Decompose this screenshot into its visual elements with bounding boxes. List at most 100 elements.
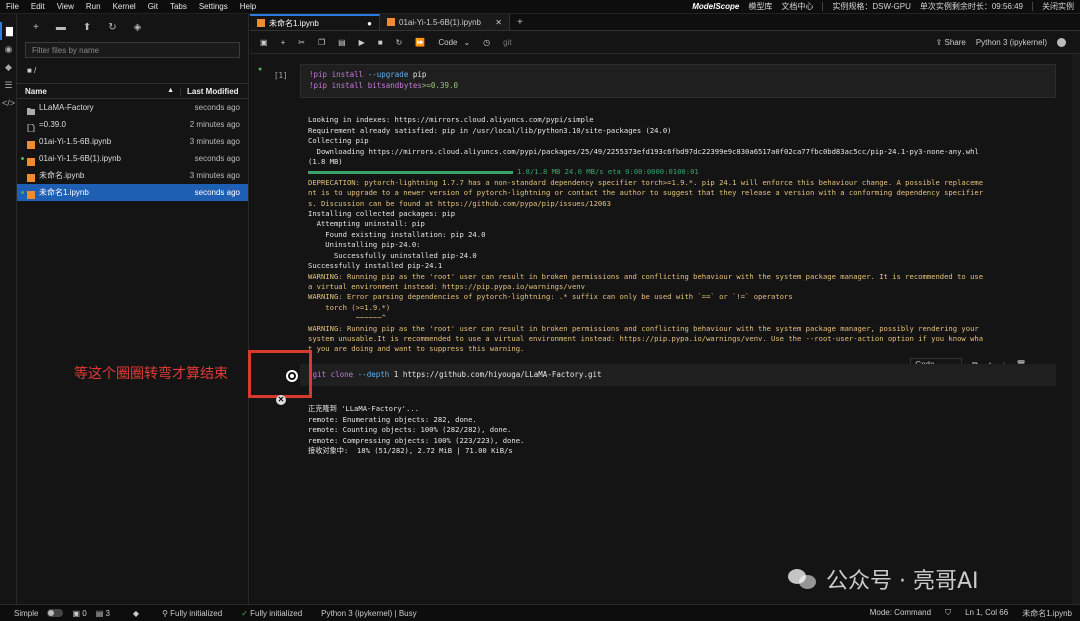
close-output-icon[interactable]: ✕ — [276, 395, 286, 405]
run-all-icon[interactable]: ⏩ — [415, 38, 425, 47]
output-line: Looking in indexes: https://mirrors.clou… — [308, 115, 594, 125]
file-row-untitled[interactable]: 未命名.ipynb 3 minutes ago — [17, 167, 248, 184]
file-list-header: Name ▲ Last Modified — [17, 83, 248, 99]
kernel-name[interactable]: Python 3 (ipykernel) — [976, 38, 1047, 47]
lsp-status[interactable]: ⚲ Fully initialized — [162, 609, 222, 618]
menu-kernel[interactable]: Kernel — [107, 2, 142, 11]
breadcrumb[interactable]: ■ / — [17, 60, 248, 81]
paste-icon[interactable]: ▤ — [338, 38, 346, 47]
notebook-icon — [27, 158, 35, 166]
git-icon[interactable]: ◆ — [0, 58, 17, 76]
folder-icon — [27, 108, 35, 115]
menu-tabs[interactable]: Tabs — [164, 2, 193, 11]
save-icon[interactable]: ▣ — [260, 38, 268, 47]
cell-editor[interactable]: !git clone --depth 1 https://github.com/… — [300, 364, 1056, 386]
notebook-icon — [387, 18, 395, 26]
code-text: 1 https://github.com/hiyouga/LLaMA-Facto… — [389, 370, 602, 379]
menu-view[interactable]: View — [51, 2, 80, 11]
status-bar: Simple ▣ 0 ▤ 3 ◆ ⚲ Fully initialized ✓ F… — [0, 604, 1080, 621]
warning-line: system unusable.It is recommended to use… — [308, 333, 984, 343]
check-icon: ✓ — [241, 608, 251, 618]
output-line: remote: Enumerating objects: 282, done. — [308, 414, 477, 424]
modelscope-logo[interactable]: ModelScope — [692, 2, 739, 11]
annotation-text: 等这个圈圈转弯才算结束 — [74, 366, 228, 382]
cell-editor[interactable]: !pip install --upgrade pip !pip install … — [300, 64, 1056, 98]
tab-untitled-1[interactable]: 未命名1.ipynb ● — [250, 14, 380, 30]
restart-icon[interactable]: ↻ — [396, 38, 403, 47]
terminal-icon: ▣ — [72, 608, 83, 618]
file-row-yi-notebook-1[interactable]: 01ai-Yi-1.5-6B(1).ipynb seconds ago — [17, 150, 248, 167]
new-launcher-icon[interactable]: + — [33, 22, 39, 33]
menu-run[interactable]: Run — [80, 2, 107, 11]
divider — [1032, 2, 1033, 11]
watermark-text: 公众号 · 亮哥AI — [826, 569, 979, 594]
shield-icon: ⛉ — [945, 607, 952, 617]
running-icon[interactable]: ◉ — [0, 40, 17, 58]
code-icon[interactable]: </> — [0, 94, 17, 112]
check-icon: ⚲ — [162, 608, 171, 618]
menu-edit[interactable]: Edit — [25, 2, 51, 11]
sort-arrow-icon: ▲ — [167, 86, 174, 94]
code-cell-1[interactable]: ● [1] !pip install --upgrade pip !pip in… — [258, 64, 1056, 354]
file-modified: seconds ago — [194, 154, 240, 163]
notebook-icon — [27, 174, 35, 182]
simple-mode-toggle[interactable] — [47, 609, 64, 617]
copy-icon[interactable]: ❐ — [318, 38, 325, 47]
new-folder-icon[interactable]: ▬ — [56, 22, 66, 33]
menu-file[interactable]: File — [0, 2, 25, 11]
refresh-icon[interactable]: ↻ — [108, 22, 116, 33]
output-line: 接收对象中: 18% (51/282), 2.72 MiB | 71.00 Ki… — [308, 446, 513, 456]
cell-type-label: Code — [438, 37, 458, 47]
menu-git[interactable]: Git — [142, 2, 164, 11]
file-row-version[interactable]: =0.39.0 2 minutes ago — [17, 116, 248, 133]
clock-icon[interactable]: ◷ — [483, 38, 490, 47]
code-text: pip — [408, 70, 427, 79]
lsp-status-2[interactable]: ✓ Fully initialized — [241, 609, 302, 618]
code-cell-2[interactable]: Code⌄ ⧉ ↑ ↓ 🗑 ⋯ !git clone --depth 1 htt… — [266, 356, 1056, 459]
warning-line: WARNING: Error parsing dependencies of p… — [308, 292, 793, 302]
file-icon — [27, 124, 35, 132]
link-docs[interactable]: 文档中心 — [781, 1, 813, 12]
cell-type-select[interactable]: Code ⌄ — [438, 38, 470, 47]
warning-line: t you are doing and want to suppress thi… — [308, 344, 525, 354]
menu-help[interactable]: Help — [234, 2, 262, 11]
folder-icon[interactable]: ▇ — [0, 22, 17, 40]
add-tab-icon[interactable]: + — [510, 14, 530, 30]
file-row-yi-notebook[interactable]: 01ai-Yi-1.5-6B.ipynb 3 minutes ago — [17, 133, 248, 150]
wechat-icon — [788, 567, 818, 591]
file-name: LLaMA-Factory — [39, 103, 94, 112]
link-models[interactable]: 模型库 — [748, 1, 772, 12]
upload-icon[interactable]: ⬆ — [83, 22, 91, 33]
output-line: Uninstalling pip-24.0: — [308, 240, 421, 250]
menu-settings[interactable]: Settings — [193, 2, 234, 11]
kernel-status-icon — [1057, 37, 1066, 47]
output-line: Installing collected packages: pip — [308, 209, 456, 219]
unsaved-dot-icon[interactable]: ● — [367, 19, 372, 28]
insert-cell-icon[interactable]: + — [281, 38, 286, 47]
cut-icon[interactable]: ✂ — [298, 38, 305, 47]
notebook-icon — [257, 19, 265, 27]
warning-line: torch (>=1.9.*) — [308, 302, 391, 312]
cursor-position[interactable]: Ln 1, Col 66 — [965, 608, 1008, 619]
file-row-llama-factory[interactable]: LLaMA-Factory seconds ago — [17, 99, 248, 116]
scrollbar[interactable] — [1072, 54, 1080, 604]
tab-yi-notebook-1[interactable]: 01ai-Yi-1.5-6B(1).ipynb ✕ — [380, 14, 510, 30]
code-text: --upgrade — [367, 70, 409, 79]
close-instance-button[interactable]: 关闭实例 — [1042, 1, 1074, 12]
notebook-icon — [27, 141, 35, 149]
kernel-status[interactable]: Python 3 (ipykernel) | Busy — [321, 609, 416, 618]
file-browser: + ▬ ⬆ ↻ ◈ ■ / Name ▲ Last Modified LLaMA-… — [17, 14, 249, 604]
run-icon[interactable]: ▶ — [359, 38, 365, 47]
toc-icon[interactable]: ☰ — [0, 76, 17, 94]
close-icon[interactable]: ✕ — [495, 18, 502, 27]
column-modified[interactable]: Last Modified — [180, 86, 248, 96]
git-icon[interactable]: git — [503, 38, 511, 47]
file-filter-input[interactable] — [25, 42, 240, 58]
stop-icon[interactable]: ■ — [378, 38, 383, 47]
git-clone-icon[interactable]: ◈ — [134, 22, 142, 33]
file-row-untitled-1[interactable]: 未命名1.ipynb seconds ago — [17, 184, 248, 201]
column-name[interactable]: Name ▲ — [17, 87, 180, 96]
output-line: Collecting pip — [308, 136, 369, 146]
share-button[interactable]: ⇪ Share — [936, 38, 966, 47]
git-icon[interactable]: ◆ — [133, 609, 139, 618]
